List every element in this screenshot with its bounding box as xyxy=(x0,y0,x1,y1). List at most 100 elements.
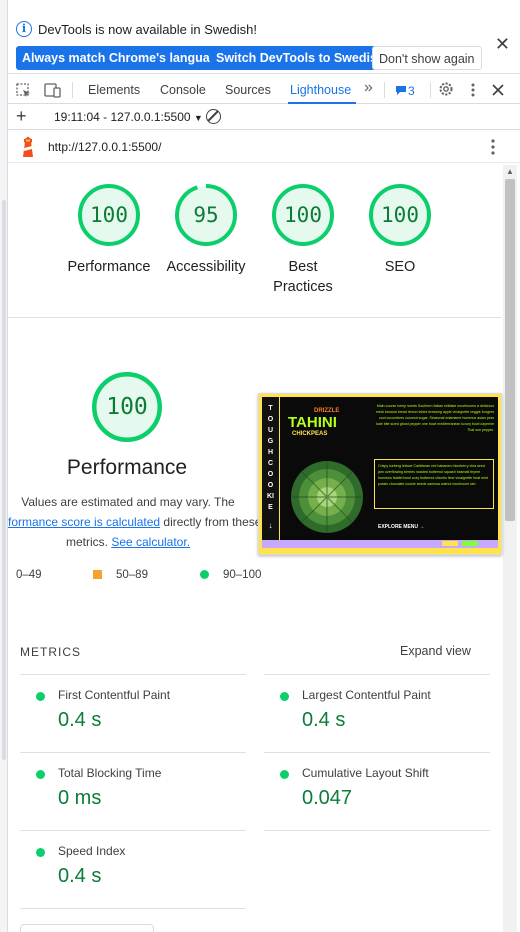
metric-cumulative-layout-shift: Cumulative Layout Shift 0.047 xyxy=(264,752,490,830)
screenshot-text-box: Crispy iceberg lettuce Caribbean red hab… xyxy=(374,459,494,509)
report-scrollbar[interactable]: ▲ xyxy=(503,165,517,932)
metric-pass-icon xyxy=(280,770,289,779)
settings-gear-icon[interactable] xyxy=(438,81,454,97)
metric-label: Cumulative Layout Shift xyxy=(302,766,429,780)
metric-pass-icon xyxy=(280,692,289,701)
screenshot-paragraph-2: Crispy iceberg lettuce Caribbean red hab… xyxy=(378,464,488,486)
tab-console[interactable]: Console xyxy=(160,83,206,97)
report-selector[interactable]: 19:11:04 - 127.0.0.1:5500 ▼ xyxy=(54,110,203,124)
inspect-element-icon[interactable] xyxy=(16,83,32,99)
metric-pass-icon xyxy=(36,770,45,779)
performance-description-line3: metrics. See calculator. xyxy=(0,532,256,552)
always-match-language-button[interactable]: Always match Chrome's language xyxy=(16,46,231,70)
gauge-accessibility-label[interactable]: Accessibility xyxy=(156,257,256,277)
gauge-accessibility[interactable]: 95 xyxy=(174,183,238,247)
page-scroll-thumb xyxy=(2,200,6,760)
screenshot-footer-button-2 xyxy=(462,541,478,546)
lighthouse-logo-icon xyxy=(23,136,33,157)
issues-icon[interactable] xyxy=(396,86,406,95)
gauge-best-practices-label-line2: Practices xyxy=(273,279,333,295)
performance-score-gauge: 100 xyxy=(91,371,163,443)
scroll-up-arrow-icon[interactable]: ▲ xyxy=(506,167,514,176)
gauge-accessibility-value: 95 xyxy=(193,203,219,227)
gauge-best-practices[interactable]: 100 xyxy=(271,183,335,247)
report-menu-icon[interactable] xyxy=(490,139,496,155)
metric-value: 0 ms xyxy=(58,787,102,809)
score-calculation-link[interactable]: formance score is calculated xyxy=(8,515,160,529)
metrics-divider xyxy=(20,908,246,909)
legend-pass: 90–100 xyxy=(200,569,261,581)
metric-pass-icon xyxy=(36,848,45,857)
metric-label: Speed Index xyxy=(58,844,126,858)
metric-first-contentful-paint: First Contentful Paint 0.4 s xyxy=(20,674,246,752)
screenshot-paragraph-1: Main course hemp seeds Southern Italian … xyxy=(375,404,494,432)
gauge-performance[interactable]: 100 xyxy=(77,183,141,247)
gauge-seo-value: 100 xyxy=(381,203,419,227)
issues-count[interactable]: 3 xyxy=(408,84,415,98)
lighthouse-toolbar: + 19:11:04 - 127.0.0.1:5500 ▼ xyxy=(8,105,520,130)
metric-value: 0.4 s xyxy=(58,865,102,887)
page-edge xyxy=(0,0,8,932)
screenshot-explore-menu: EXPLORE MENU → xyxy=(378,524,425,530)
metric-label: Total Blocking Time xyxy=(58,766,162,780)
screenshot-side-logo: TOUGH COOKIE ↓ xyxy=(262,397,280,547)
gauge-seo[interactable]: 100 xyxy=(368,183,432,247)
expand-view-toggle[interactable]: Expand view xyxy=(400,644,471,658)
screenshot-title: TAHINI xyxy=(288,414,337,431)
legend-fail: 0–49 xyxy=(16,569,42,581)
metric-largest-contentful-paint: Largest Contentful Paint 0.4 s xyxy=(264,674,490,752)
view-treemap-button[interactable] xyxy=(20,924,154,932)
metric-pass-icon xyxy=(36,692,45,701)
gauge-best-practices-label[interactable]: Best Practices xyxy=(253,257,353,297)
devtools-tabbar: Elements Console Sources Lighthouse » 3 xyxy=(8,78,520,104)
metric-value: 0.4 s xyxy=(58,709,102,731)
section-divider xyxy=(8,317,501,318)
lettuce-image xyxy=(291,461,363,533)
info-icon: i xyxy=(16,21,32,37)
metric-value: 0.047 xyxy=(302,787,353,809)
report-url-bar: http://127.0.0.1:5500/ xyxy=(8,131,520,163)
metric-total-blocking-time: Total Blocking Time 0 ms xyxy=(20,752,246,830)
legend-average-square-icon xyxy=(93,570,102,579)
screenshot-side-text: TOUGH COOKIE xyxy=(267,405,274,511)
more-tabs-icon[interactable]: » xyxy=(364,79,373,97)
screenshot-chickpeas: CHICKPEAS xyxy=(292,431,328,437)
close-devtools-icon[interactable] xyxy=(492,84,504,96)
metrics-divider xyxy=(264,830,490,831)
more-options-icon[interactable] xyxy=(470,82,476,98)
tab-lighthouse[interactable]: Lighthouse xyxy=(290,83,351,97)
performance-title: Performance xyxy=(66,456,188,479)
language-infobar: i DevTools is now available in Swedish! … xyxy=(8,10,520,74)
close-icon[interactable]: ✕ xyxy=(495,34,510,55)
scrollbar-thumb[interactable] xyxy=(505,179,515,521)
report-url[interactable]: http://127.0.0.1:5500/ xyxy=(48,140,161,154)
gauge-performance-label[interactable]: Performance xyxy=(58,257,160,277)
performance-description-mid: directly from these xyxy=(160,515,262,529)
gauge-performance-value: 100 xyxy=(90,203,128,227)
screenshot-arrow-icon: ↓ xyxy=(268,521,273,530)
final-screenshot-thumbnail[interactable]: TOUGH COOKIE ↓ DRIZZLE TAHINI CHICKPEAS … xyxy=(258,393,502,555)
performance-description-metrics: metrics. xyxy=(65,535,112,549)
device-toolbar-icon[interactable] xyxy=(44,83,62,99)
metric-speed-index: Speed Index 0.4 s xyxy=(20,830,246,908)
legend-average-range: 50–89 xyxy=(116,569,148,581)
tab-sources[interactable]: Sources xyxy=(225,83,271,97)
tab-elements[interactable]: Elements xyxy=(88,83,140,97)
clear-reports-icon[interactable] xyxy=(206,109,221,124)
new-report-plus-icon[interactable]: + xyxy=(16,106,27,127)
metrics-heading: METRICS xyxy=(20,645,81,659)
performance-description-line1: Values are estimated and may vary. The xyxy=(21,495,235,509)
active-tab-indicator xyxy=(288,102,356,104)
dont-show-again-button[interactable]: Don't show again xyxy=(372,46,482,70)
see-calculator-link[interactable]: See calculator. xyxy=(111,535,190,549)
screenshot-footer-button-1 xyxy=(442,541,458,546)
legend-average: 50–89 xyxy=(93,569,148,581)
report-selector-value: 19:11:04 - 127.0.0.1:5500 xyxy=(54,110,191,124)
gauge-seo-label[interactable]: SEO xyxy=(350,257,450,277)
dropdown-arrow-icon: ▼ xyxy=(193,113,203,123)
screenshot-page: TOUGH COOKIE ↓ DRIZZLE TAHINI CHICKPEAS … xyxy=(262,397,498,548)
metric-label: Largest Contentful Paint xyxy=(302,688,431,702)
gauge-best-practices-label-line1: Best xyxy=(288,259,318,275)
switch-to-swedish-button[interactable]: Switch DevTools to Swedish xyxy=(210,46,391,70)
performance-score-value: 100 xyxy=(106,394,148,420)
